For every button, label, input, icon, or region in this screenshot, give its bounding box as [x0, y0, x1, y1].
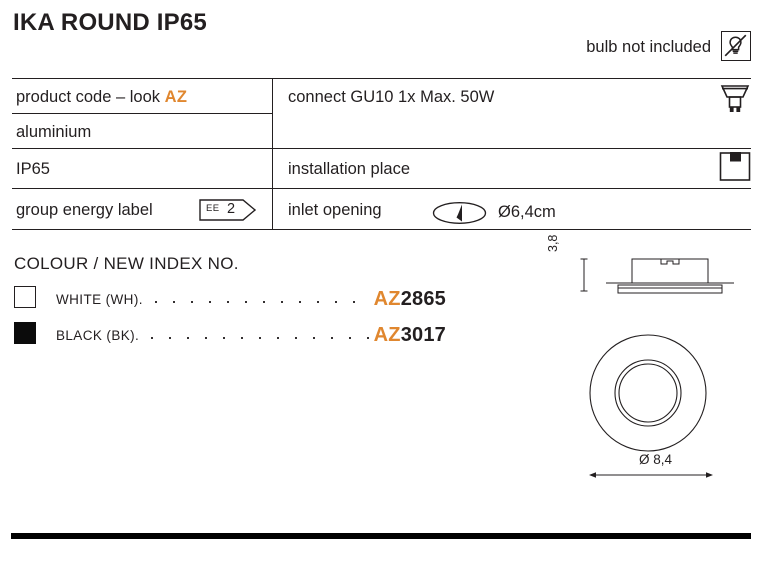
top-view-diameter-label: Ø 8,4	[639, 452, 673, 467]
code-number-black: 3017	[400, 323, 446, 346]
table-column-divider	[272, 78, 274, 230]
side-view-height-dimension: 3,8	[546, 234, 560, 252]
black-colour-swatch	[14, 322, 36, 344]
leader-dots-white	[146, 292, 369, 306]
product-code-white: AZ2865	[374, 288, 446, 311]
code-prefix-white: AZ	[373, 287, 401, 310]
row-energy-label: group energy label	[16, 201, 153, 219]
table-rule-left-mid	[12, 113, 272, 115]
recessed-ceiling-install-icon	[718, 150, 752, 182]
product-code-black: AZ3017	[374, 324, 446, 347]
gu10-lamp-icon	[714, 82, 756, 118]
page-title: IKA ROUND IP65	[13, 9, 207, 36]
colour-row-black: BLACK (BK). AZ3017	[56, 324, 446, 346]
table-rule-top	[12, 78, 751, 80]
row-product-code-label: product code – look AZ	[16, 88, 188, 106]
row-connect-value: connect GU10 1x Max. 50W	[288, 88, 495, 106]
side-view-drawing	[556, 250, 756, 307]
bulb-not-included-note: bulb not included	[586, 38, 711, 56]
product-spec-sheet: IKA ROUND IP65 bulb not included product…	[0, 0, 763, 562]
colour-label-white: WHITE (WH).	[56, 291, 143, 307]
colour-section-heading: COLOUR / NEW INDEX NO.	[14, 254, 239, 273]
energy-badge-value: 2	[227, 200, 236, 217]
az-accent: AZ	[164, 88, 188, 106]
row-ip-rating-label: IP65	[16, 160, 50, 178]
inlet-opening-diameter: Ø6,4cm	[498, 203, 556, 221]
table-rule-3	[12, 188, 751, 190]
energy-class-badge: EE 2	[199, 199, 256, 221]
row-installation-place-value: installation place	[288, 160, 410, 178]
top-view-drawing	[588, 333, 708, 458]
colour-row-white: WHITE (WH). AZ2865	[56, 288, 446, 310]
code-number-white: 2865	[400, 287, 446, 310]
colour-label-black: BLACK (BK).	[56, 327, 140, 343]
specification-table: product code – look AZ aluminium IP65 gr…	[12, 78, 751, 230]
footer-divider	[11, 533, 751, 539]
table-rule-bottom	[12, 228, 751, 230]
row-inlet-opening-label: inlet opening	[288, 201, 382, 219]
row-material-label: aluminium	[16, 123, 92, 141]
leader-dots-black	[143, 328, 369, 342]
energy-badge-prefix: EE	[206, 203, 220, 214]
table-rule-2	[12, 148, 751, 150]
white-colour-swatch	[14, 286, 36, 308]
top-view-diameter-dimension-line	[588, 468, 714, 486]
code-prefix-black: AZ	[373, 323, 401, 346]
hole-cut-ellipse-icon	[432, 201, 487, 225]
bulb-crossed-out-icon	[721, 31, 751, 61]
